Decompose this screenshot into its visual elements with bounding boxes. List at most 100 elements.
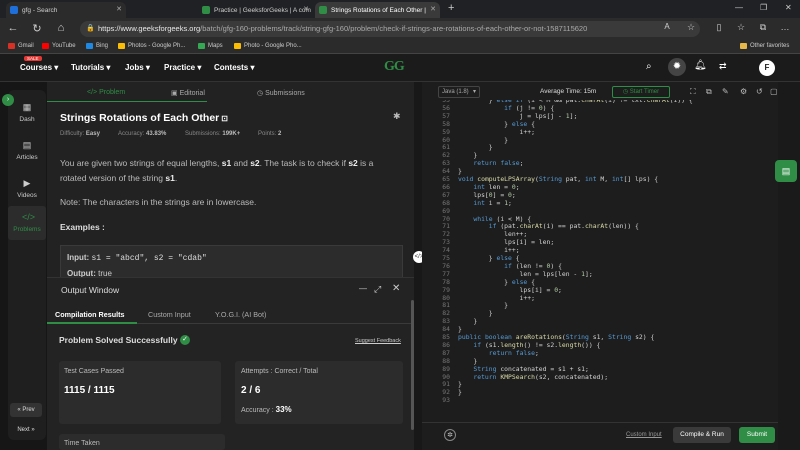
bookmark-photos[interactable]: Photos - Google Ph... xyxy=(118,43,185,49)
expand-icon[interactable]: ▢ xyxy=(770,87,778,96)
bookmark-icon[interactable]: ⊡ xyxy=(221,114,228,123)
close-output-icon[interactable]: ✕ xyxy=(392,283,400,294)
gfg-favicon-icon xyxy=(319,6,327,14)
timer-icon: ◷ xyxy=(622,89,629,95)
tab-label: Editorial xyxy=(179,90,205,97)
code-line[interactable]: } xyxy=(458,388,462,397)
page-title: Strings Rotations of Each Other ⊡ xyxy=(60,112,228,124)
url-input[interactable]: 🔒 https://www.geeksforgeeks.org/batch/gf… xyxy=(80,21,700,37)
code-line[interactable]: return false; xyxy=(458,159,523,168)
problem-note: Note: The characters in the strings are … xyxy=(60,197,257,207)
desc-text: is a xyxy=(360,158,374,168)
close-tab-icon[interactable]: ✕ xyxy=(430,5,436,13)
tab-custom-input[interactable]: Custom Input xyxy=(148,310,191,319)
read-aloud-icon[interactable]: A xyxy=(660,22,674,31)
bookmark-bing[interactable]: Bing xyxy=(86,43,108,49)
tab-editorial[interactable]: ▣ Editorial xyxy=(171,89,205,97)
reset-icon[interactable]: ↺ xyxy=(756,87,763,96)
start-timer-button[interactable]: ◷ Start Timer xyxy=(612,86,670,98)
meta-label: Difficulty: xyxy=(60,131,85,137)
tab-submissions[interactable]: ◷ Submissions xyxy=(257,89,305,97)
avatar[interactable]: F xyxy=(759,60,775,76)
panel-divider[interactable] xyxy=(414,82,422,450)
report-bug-icon[interactable]: ✱ xyxy=(393,111,401,122)
submit-button[interactable]: Submit xyxy=(739,427,775,443)
minimize-output-icon[interactable]: — xyxy=(359,284,367,293)
back-icon[interactable]: ← xyxy=(6,22,20,34)
code-line[interactable]: int i = 1; xyxy=(458,199,512,208)
tab-problem[interactable]: </> Problem xyxy=(87,89,125,96)
accuracy-row: Accuracy : 33% xyxy=(241,405,292,414)
collections-icon[interactable]: ⧉ xyxy=(756,22,770,33)
sidebar-item-articles[interactable]: ▤ Articles xyxy=(8,134,46,170)
hint-bulb-icon[interactable]: ✲ xyxy=(444,429,456,441)
sidebar-item-videos[interactable]: ▶ Videos xyxy=(8,172,46,208)
sidebar-item-dash[interactable]: ▦ Dash xyxy=(8,96,46,132)
custom-input-link[interactable]: Custom Input xyxy=(626,432,662,438)
desc-text: . xyxy=(174,173,178,183)
maximize-icon[interactable]: ❐ xyxy=(760,3,767,12)
theme-toggle-icon[interactable]: ✹ xyxy=(668,58,686,76)
favorites-icon[interactable]: ☆ xyxy=(734,22,748,33)
browser-tab[interactable]: gfg - Search ✕ xyxy=(6,2,126,18)
browser-tab-active[interactable]: Strings Rotations of Each Other | ✕ xyxy=(315,2,440,18)
bookmark-gmail[interactable]: Gmail xyxy=(8,43,34,49)
time-taken-label: Time Taken xyxy=(64,440,100,447)
language-select[interactable]: Java (1.8) ▾ xyxy=(438,86,480,98)
close-tab-icon[interactable]: ✕ xyxy=(303,5,309,13)
close-tab-icon[interactable]: ✕ xyxy=(116,5,122,13)
photos-icon xyxy=(234,43,241,49)
sidebar-item-label: Videos xyxy=(17,192,37,199)
home-icon[interactable]: ⌂ xyxy=(54,22,68,34)
attempts-value: 2 / 6 xyxy=(241,385,261,396)
nav-courses[interactable]: Courses ▾ xyxy=(20,63,58,72)
check-icon: ✓ xyxy=(180,335,190,345)
chevron-down-icon: ▾ xyxy=(472,89,476,95)
gfg-logo[interactable]: GG xyxy=(384,59,405,75)
copy-icon[interactable]: ⧉ xyxy=(706,87,712,97)
bookmark-label: Photo - Google Pho... xyxy=(244,43,302,49)
nav-contests[interactable]: Contests ▾ xyxy=(214,63,254,72)
split-screen-icon[interactable]: ▯ xyxy=(712,22,726,33)
browser-tab[interactable]: Practice | GeeksforGeeks | A com ✕ xyxy=(198,2,313,18)
code-line[interactable]: return KMPSearch(s2, concatenated); xyxy=(458,373,608,382)
favorite-star-icon[interactable]: ☆ xyxy=(684,22,698,33)
bing-icon xyxy=(86,43,93,49)
other-favorites[interactable]: Other favorites xyxy=(740,43,789,49)
suggest-feedback-link[interactable]: Suggest Feedback xyxy=(355,338,401,344)
chat-icon[interactable]: ▤ xyxy=(775,160,797,182)
nav-label: Courses xyxy=(20,63,53,72)
tab-yogi-bot[interactable]: Y.O.G.I. (AI Bot) xyxy=(215,310,266,319)
minimize-icon[interactable]: — xyxy=(735,3,743,12)
code-area[interactable]: 55 } else if (i < M && pat.charAt(i) != … xyxy=(422,100,778,420)
folder-icon xyxy=(740,43,747,49)
translate-icon[interactable]: ⇄ xyxy=(719,61,727,72)
settings-icon[interactable]: ⚙ xyxy=(740,87,747,96)
refresh-icon[interactable]: ↻ xyxy=(30,22,44,35)
prev-button[interactable]: « Prev xyxy=(10,403,42,417)
bookmark-youtube[interactable]: YouTube xyxy=(42,43,76,49)
edit-icon[interactable]: ✎ xyxy=(722,87,729,96)
bell-icon[interactable]: 🔔︎ xyxy=(694,60,707,71)
nav-tutorials[interactable]: Tutorials ▾ xyxy=(71,63,110,72)
bookmark-maps[interactable]: Maps xyxy=(198,43,223,49)
nav-practice[interactable]: Practice ▾ xyxy=(164,63,201,72)
fullscreen-editor-icon[interactable]: ⛶ xyxy=(690,87,696,97)
compile-run-button[interactable]: Compile & Run xyxy=(673,427,731,443)
problem-tab-icon: </> xyxy=(87,89,98,96)
nav-jobs[interactable]: Jobs ▾ xyxy=(125,63,150,72)
new-tab-icon[interactable]: + xyxy=(448,2,454,14)
close-window-icon[interactable]: ✕ xyxy=(785,3,792,12)
tab-compilation-results[interactable]: Compilation Results xyxy=(55,310,125,319)
points-value: 2 xyxy=(278,131,282,137)
more-menu-icon[interactable]: … xyxy=(778,22,792,32)
photos-icon xyxy=(118,43,125,49)
bookmark-label: Gmail xyxy=(18,43,34,49)
next-button[interactable]: Next » xyxy=(10,423,42,437)
bookmark-photo[interactable]: Photo - Google Pho... xyxy=(234,43,302,49)
sidebar-item-problems[interactable]: </> Problems xyxy=(8,206,46,240)
desc-text: You are given two strings of equal lengt… xyxy=(60,158,220,168)
gmail-icon xyxy=(8,43,15,49)
fullscreen-icon[interactable]: ⤢ xyxy=(374,284,381,295)
search-icon[interactable]: ⌕ xyxy=(646,61,652,72)
